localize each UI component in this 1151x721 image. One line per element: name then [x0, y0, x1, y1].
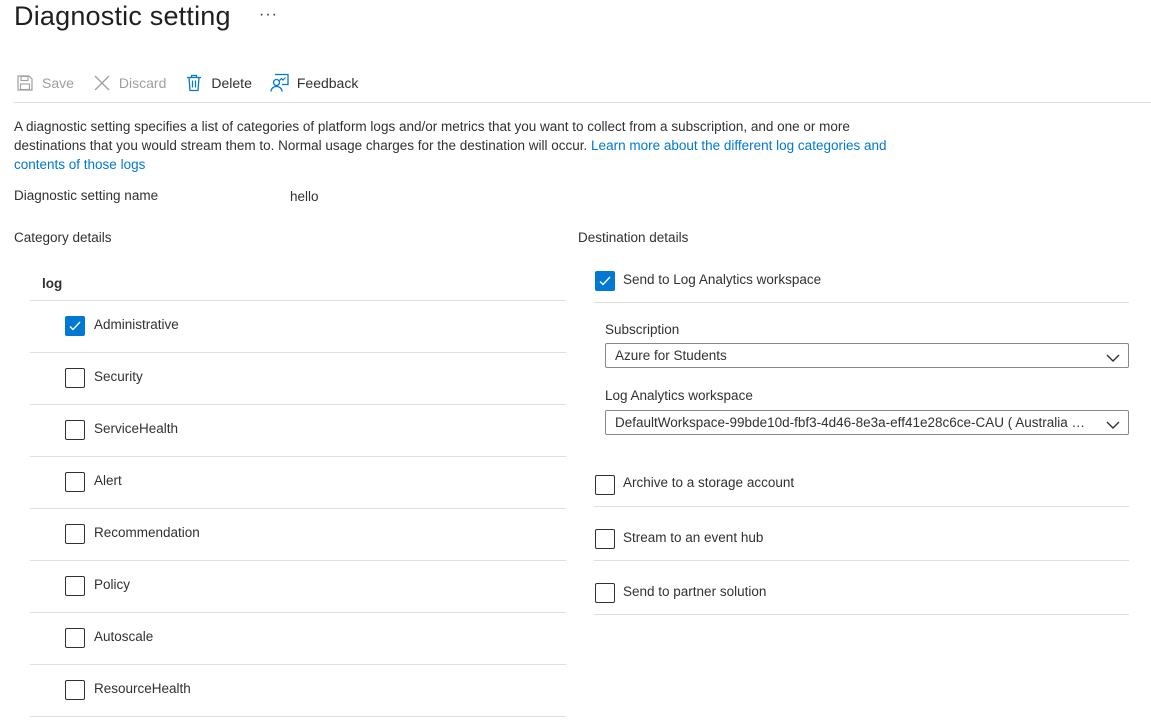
delete-button[interactable]: Delete: [183, 72, 252, 94]
category-label: Autoscale: [94, 629, 154, 644]
event-hub-checkbox[interactable]: [595, 529, 615, 549]
log-header-label: log: [42, 276, 63, 291]
archive-storage-row[interactable]: Archive to a storage account: [594, 465, 1129, 507]
partner-solution-label: Send to partner solution: [623, 584, 767, 599]
category-row-servicehealth[interactable]: ServiceHealth: [30, 405, 566, 457]
category-checkbox-resourcehealth[interactable]: [65, 680, 85, 700]
log-category-header: log: [30, 267, 566, 301]
subscription-value: Azure for Students: [615, 348, 727, 363]
log-analytics-row[interactable]: Send to Log Analytics workspace: [594, 264, 1129, 303]
category-label: Recommendation: [94, 525, 200, 540]
partner-solution-row[interactable]: Send to partner solution: [594, 574, 1129, 615]
category-row-recommendation[interactable]: Recommendation: [30, 509, 566, 561]
close-icon: [91, 72, 113, 94]
category-row-security[interactable]: Security: [30, 353, 566, 405]
archive-storage-checkbox[interactable]: [595, 475, 615, 495]
category-row-resourcehealth[interactable]: ResourceHealth: [30, 665, 566, 717]
category-checkbox-alert[interactable]: [65, 472, 85, 492]
category-label: ServiceHealth: [94, 421, 179, 436]
log-analytics-checkbox[interactable]: [595, 271, 615, 291]
save-label: Save: [42, 75, 74, 91]
toolbar-divider: [14, 102, 1151, 103]
description: A diagnostic setting specifies a list of…: [14, 117, 904, 174]
category-checkbox-security[interactable]: [65, 368, 85, 388]
feedback-icon: [269, 72, 291, 94]
category-row-policy[interactable]: Policy: [30, 561, 566, 613]
subscription-dropdown[interactable]: Azure for Students: [605, 343, 1129, 368]
category-checkbox-policy[interactable]: [65, 576, 85, 596]
page-title: Diagnostic setting: [14, 1, 231, 31]
workspace-label: Log Analytics workspace: [605, 388, 753, 403]
feedback-button[interactable]: Feedback: [269, 72, 358, 94]
category-checkbox-autoscale[interactable]: [65, 628, 85, 648]
discard-label: Discard: [118, 75, 167, 91]
log-analytics-label: Send to Log Analytics workspace: [623, 272, 822, 287]
workspace-dropdown[interactable]: DefaultWorkspace-99bde10d-fbf3-4d46-8e3a…: [605, 410, 1129, 435]
setting-name-label: Diagnostic setting name: [14, 188, 159, 203]
destination-details-label: Destination details: [578, 230, 689, 245]
chevron-down-icon: [1106, 350, 1120, 366]
chevron-down-icon: [1106, 417, 1120, 433]
category-label: Policy: [94, 577, 131, 592]
category-label: Security: [94, 369, 143, 384]
category-row-alert[interactable]: Alert: [30, 457, 566, 509]
category-label: Administrative: [94, 317, 179, 332]
event-hub-label: Stream to an event hub: [623, 530, 764, 545]
subscription-label: Subscription: [605, 322, 680, 337]
category-checkbox-administrative[interactable]: [65, 316, 85, 336]
discard-button[interactable]: Discard: [91, 72, 166, 94]
feedback-label: Feedback: [296, 75, 359, 91]
category-details-label: Category details: [14, 230, 112, 245]
category-label: ResourceHealth: [94, 681, 191, 696]
delete-label: Delete: [211, 75, 252, 91]
workspace-value: DefaultWorkspace-99bde10d-fbf3-4d46-8e3a…: [615, 415, 1094, 430]
category-row-administrative[interactable]: Administrative: [30, 301, 566, 353]
trash-icon: [183, 72, 205, 94]
archive-storage-label: Archive to a storage account: [623, 475, 795, 490]
category-checkbox-recommendation[interactable]: [65, 524, 85, 544]
category-checkbox-servicehealth[interactable]: [65, 420, 85, 440]
more-options-icon[interactable]: ···: [259, 6, 278, 24]
event-hub-row[interactable]: Stream to an event hub: [594, 520, 1129, 561]
command-bar: Save Discard Delete Feedback: [14, 68, 375, 98]
category-label: Alert: [94, 473, 122, 488]
partner-solution-checkbox[interactable]: [595, 583, 615, 603]
save-icon: [14, 72, 36, 94]
category-row-autoscale[interactable]: Autoscale: [30, 613, 566, 665]
setting-name-value: hello: [290, 189, 319, 204]
save-button[interactable]: Save: [14, 72, 74, 94]
